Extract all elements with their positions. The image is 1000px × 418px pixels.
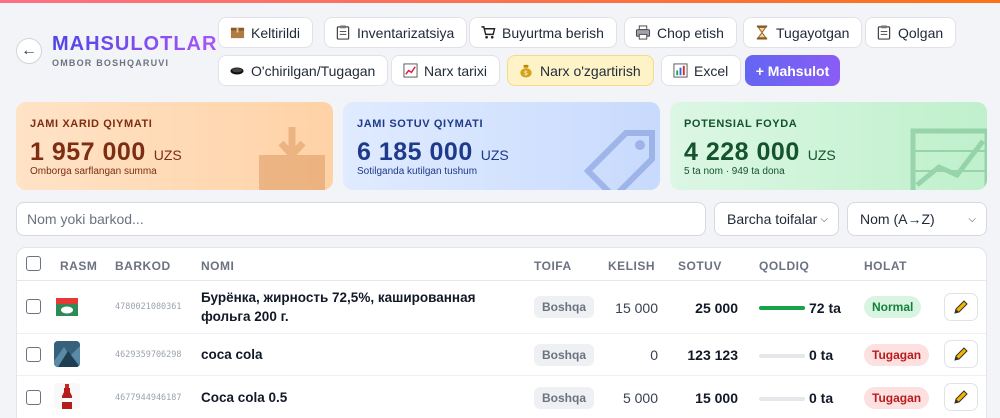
- column-header: SOTUV: [678, 259, 722, 273]
- status-badge: Tugagan: [864, 344, 930, 366]
- product-thumbnail: [54, 294, 80, 320]
- stock-bar: [759, 306, 805, 310]
- pencil-icon: [954, 300, 968, 314]
- status-badge: Normal: [864, 296, 922, 318]
- bar-chart-icon: [672, 63, 688, 79]
- category-select[interactable]: Barcha toifalar ⌵: [714, 202, 839, 236]
- qolgan-button[interactable]: Qolgan: [865, 17, 957, 48]
- add-product-button[interactable]: + Mahsulot: [745, 55, 840, 86]
- ochirilgan-tugagan-button[interactable]: O'chirilgan/Tugagan: [218, 55, 389, 86]
- clipboard-icon: [335, 25, 351, 41]
- stat-label: JAMI SOTUV QIYMATI: [357, 118, 484, 130]
- stat-value: 4 228 000 UZS: [684, 138, 836, 166]
- back-button[interactable]: ←: [16, 38, 42, 64]
- hole-icon: [229, 63, 245, 79]
- pencil-icon: [954, 347, 968, 361]
- tugayotgan-button[interactable]: Tugayotgan: [743, 17, 863, 48]
- product-name: Бурёнка, жирность 72,5%, кашированная фо…: [201, 290, 476, 324]
- table-header: RASM BARKOD NOMI TOIFA KELISH SOTUV QOLD…: [17, 248, 986, 281]
- chevron-down-icon: ⌵: [968, 213, 976, 225]
- row-checkbox[interactable]: [26, 299, 41, 314]
- stock-bar: [759, 397, 805, 401]
- row-checkbox[interactable]: [26, 347, 41, 362]
- sort-select[interactable]: Nom (A→Z) ⌵: [847, 202, 987, 236]
- table-row[interactable]: 4677944946187 Coca cola 0.5 Boshqa 5 000…: [17, 376, 986, 418]
- sotuv-price: 123 123: [687, 347, 738, 363]
- product-name: Coca cola 0.5: [201, 390, 288, 405]
- printer-icon: [635, 25, 651, 41]
- page-title: MAHSULOTLAR: [52, 33, 218, 55]
- edit-button[interactable]: [944, 383, 978, 411]
- stock-bar-fill: [759, 306, 805, 310]
- pencil-icon: [954, 390, 968, 404]
- price-tag-icon: [580, 125, 660, 190]
- page-subtitle: OMBOR BOSHQARUVI: [52, 58, 170, 68]
- column-header: RASM: [60, 259, 98, 273]
- category-badge: Boshqa: [534, 344, 595, 366]
- column-header: BARKOD: [115, 259, 171, 273]
- stat-note: Sotilganda kutilgan tushum: [357, 166, 478, 177]
- excel-button[interactable]: Excel: [661, 55, 742, 86]
- column-header: TOIFA: [534, 259, 572, 273]
- keltirildi-button[interactable]: Keltirildi: [218, 17, 314, 48]
- edit-button[interactable]: [944, 340, 978, 368]
- stat-card-sales: JAMI SOTUV QIYMATI 6 185 000 UZS Sotilgan…: [343, 102, 660, 190]
- stat-label: JAMI XARID QIYMATI: [30, 118, 153, 130]
- stock-qty: 0 ta: [809, 347, 834, 363]
- stat-card-profit: POTENSIAL FOYDA 4 228 000 UZS 5 ta nom · …: [670, 102, 987, 190]
- arrow-left-icon: ←: [21, 42, 37, 59]
- product-barcode: 4677944946187: [115, 393, 182, 403]
- kelish-price: 5 000: [622, 390, 658, 406]
- stock-qty: 72 ta: [809, 300, 841, 316]
- money-bag-icon: $: [518, 63, 534, 79]
- stat-card-purchase: JAMI XARID QIYMATI 1 957 000 UZS Omborga …: [16, 102, 333, 190]
- box-arrow-icon: [251, 127, 333, 190]
- sotuv-price: 25 000: [695, 300, 738, 316]
- category-badge: Boshqa: [534, 296, 595, 318]
- row-checkbox[interactable]: [26, 390, 41, 405]
- inventarizatsiya-button[interactable]: Inventarizatsiya: [324, 17, 468, 48]
- clipboard-icon: [876, 25, 892, 41]
- product-barcode: 4629359706298: [115, 350, 182, 360]
- category-badge: Boshqa: [534, 387, 595, 409]
- stat-value: 6 185 000 UZS: [357, 138, 509, 166]
- chevron-down-icon: ⌵: [820, 213, 828, 225]
- column-header: NOMI: [201, 259, 235, 273]
- buyurtma-berish-button[interactable]: Buyurtma berish: [469, 17, 617, 48]
- svg-text:$: $: [524, 69, 528, 77]
- column-header: QOLDIQ: [759, 259, 810, 273]
- top-accent-line: [0, 0, 1000, 3]
- product-thumbnail: [54, 383, 80, 409]
- table-row[interactable]: 4780021080361 Бурёнка, жирность 72,5%, к…: [17, 281, 986, 334]
- product-barcode: 4780021080361: [115, 302, 182, 312]
- chart-increasing-icon: [909, 127, 987, 190]
- chop-etish-button[interactable]: Chop etish: [624, 17, 737, 48]
- kelish-price: 15 000: [615, 300, 658, 316]
- edit-button[interactable]: [944, 293, 978, 321]
- select-all-checkbox[interactable]: [26, 256, 41, 271]
- cart-icon: [480, 25, 496, 41]
- search-input[interactable]: [16, 202, 706, 236]
- table-row[interactable]: 4629359706298 coca cola Boshqa 0 123 123…: [17, 334, 986, 376]
- narx-ozgartirish-button[interactable]: $ Narx o'zgartirish: [507, 55, 654, 86]
- hourglass-icon: [754, 25, 770, 41]
- column-header: HOLAT: [864, 259, 907, 273]
- stat-label: POTENSIAL FOYDA: [684, 118, 798, 130]
- kelish-price: 0: [650, 347, 658, 363]
- status-badge: Tugagan: [864, 387, 930, 409]
- product-name: coca cola: [201, 347, 263, 362]
- column-header: KELISH: [608, 259, 656, 273]
- stock-qty: 0 ta: [809, 390, 834, 406]
- product-thumbnail: [54, 341, 80, 367]
- box-icon: [229, 25, 245, 41]
- stat-note: Omborga sarflangan summa: [30, 166, 157, 177]
- stat-note: 5 ta nom · 949 ta dona: [684, 166, 785, 177]
- stat-value: 1 957 000 UZS: [30, 138, 182, 166]
- sotuv-price: 15 000: [695, 390, 738, 406]
- products-table: RASM BARKOD NOMI TOIFA KELISH SOTUV QOLD…: [16, 247, 987, 418]
- stock-bar: [759, 354, 805, 358]
- chart-increasing-icon: [402, 63, 418, 79]
- narx-tarixi-button[interactable]: Narx tarixi: [391, 55, 501, 86]
